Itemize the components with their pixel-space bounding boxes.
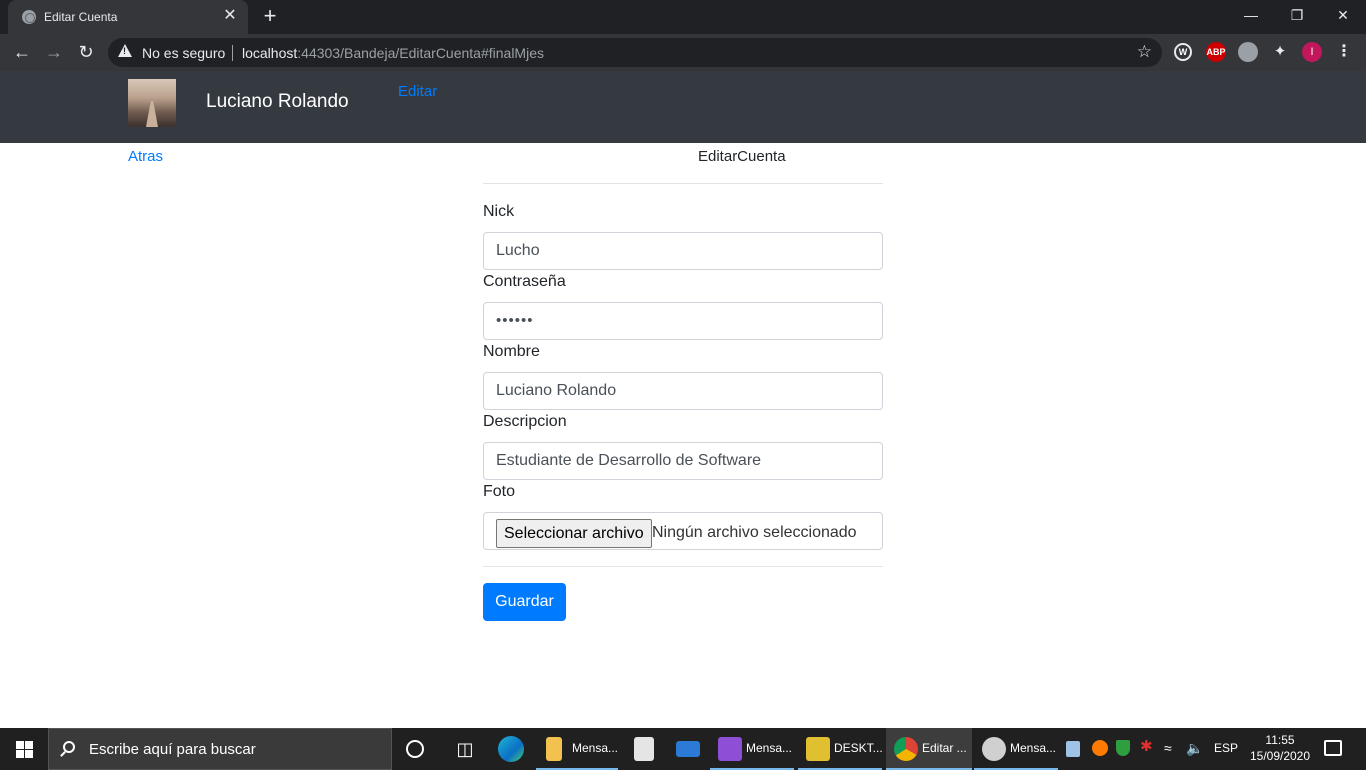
address-separator xyxy=(232,45,233,61)
taskbar-app-store[interactable] xyxy=(624,728,664,770)
tab-close-icon[interactable]: ✕ xyxy=(220,6,240,26)
cortana-icon[interactable] xyxy=(406,740,424,758)
language-indicator[interactable]: ESP xyxy=(1214,741,1238,757)
back-link[interactable]: Atras xyxy=(128,148,163,165)
site-navbar: Luciano Rolando Editar xyxy=(0,71,1366,143)
browser-tab-bar: Editar Cuenta ✕ + — ❐ ✕ xyxy=(0,0,1366,34)
clock-date: 15/09/2020 xyxy=(1249,749,1311,763)
tab-title: Editar Cuenta xyxy=(44,10,118,24)
puzzle-extensions-icon[interactable]: ✦ xyxy=(1270,42,1290,62)
photo-file-input: Seleccionar archivo Ningún archivo selec… xyxy=(483,512,883,550)
task-view-icon[interactable]: ◫ xyxy=(452,736,478,762)
store-icon xyxy=(634,737,654,761)
page-title: EditarCuenta xyxy=(698,148,786,165)
windows-taskbar: Escribe aquí para buscar ◫ Mensa... Mens… xyxy=(0,728,1366,770)
file-status: Ningún archivo seleccionado xyxy=(652,524,857,541)
password-label: Contraseña xyxy=(483,273,566,290)
network-error-icon[interactable]: ✱ xyxy=(1140,739,1154,754)
taskbar-app-mail[interactable] xyxy=(668,728,708,770)
edit-link[interactable]: Editar xyxy=(398,83,437,100)
address-bar[interactable]: No es seguro localhost:44303/Bandeja/Edi… xyxy=(108,38,1162,67)
browser-toolbar: ← → ↻ No es seguro localhost:44303/Bande… xyxy=(0,34,1366,71)
paint-icon xyxy=(982,737,1006,761)
globe-icon xyxy=(22,10,36,24)
taskbar-app-label: DESKT... xyxy=(834,741,883,755)
url-path: :44303/Bandeja/EditarCuenta#finalMjes xyxy=(297,45,544,61)
w-extension-icon[interactable]: W xyxy=(1174,43,1192,61)
volume-icon[interactable]: 🔈 xyxy=(1186,740,1204,756)
save-button[interactable]: Guardar xyxy=(483,583,566,621)
browser-tab[interactable]: Editar Cuenta ✕ xyxy=(8,0,248,34)
taskbar-app-sql[interactable]: DESKT... xyxy=(798,728,883,770)
taskbar-app-label: Mensa... xyxy=(572,741,619,755)
navbar-user-name: Luciano Rolando xyxy=(206,91,349,112)
forward-arrow-icon[interactable]: → xyxy=(41,39,67,65)
visual-studio-icon xyxy=(718,737,742,761)
bookmark-star-icon[interactable]: ☆ xyxy=(1137,42,1152,62)
sql-icon xyxy=(806,737,830,761)
warning-icon[interactable] xyxy=(118,44,132,57)
window-close-icon[interactable]: ✕ xyxy=(1320,0,1366,30)
edge-icon[interactable] xyxy=(498,736,524,762)
url-text[interactable]: localhost:44303/Bandeja/EditarCuenta#fin… xyxy=(242,45,544,61)
avast-icon[interactable] xyxy=(1092,740,1108,756)
back-arrow-icon[interactable]: ← xyxy=(9,39,35,65)
divider-top xyxy=(483,183,883,184)
folder-icon xyxy=(546,737,562,761)
description-label: Descripcion xyxy=(483,413,567,430)
taskbar-search-box[interactable]: Escribe aquí para buscar xyxy=(48,728,392,770)
adblock-icon[interactable]: ABP xyxy=(1206,42,1226,62)
taskbar-app-chrome[interactable]: Editar ... xyxy=(886,728,972,770)
minimize-icon[interactable]: — xyxy=(1228,0,1274,30)
name-label: Nombre xyxy=(483,343,540,360)
taskbar-app-explorer[interactable]: Mensa... xyxy=(536,728,618,770)
taskbar-app-label: Mensa... xyxy=(1010,741,1057,755)
divider-bottom xyxy=(483,566,883,567)
wifi-icon[interactable]: ≈ xyxy=(1164,740,1180,756)
choose-file-button[interactable]: Seleccionar archivo xyxy=(496,519,652,548)
search-icon xyxy=(63,741,75,753)
gray-extension-icon[interactable] xyxy=(1238,42,1258,62)
menu-dots-icon[interactable]: ⋮ xyxy=(1334,42,1354,62)
tray-app-icon[interactable] xyxy=(1066,741,1080,757)
photo-label: Foto xyxy=(483,483,516,500)
taskbar-app-paint[interactable]: Mensa... xyxy=(974,728,1058,770)
search-placeholder: Escribe aquí para buscar xyxy=(89,741,256,758)
url-host: localhost xyxy=(242,45,298,61)
nick-input[interactable]: Lucho xyxy=(483,232,883,270)
chrome-icon xyxy=(894,737,918,761)
restore-icon[interactable]: ❐ xyxy=(1274,0,1320,30)
taskbar-app-visual-studio[interactable]: Mensa... xyxy=(710,728,794,770)
reload-icon[interactable]: ↻ xyxy=(73,39,99,65)
mail-icon xyxy=(676,741,700,757)
windows-start-icon[interactable] xyxy=(0,728,48,770)
profile-avatar[interactable]: I xyxy=(1302,42,1322,62)
profile-photo xyxy=(128,79,176,127)
notifications-icon[interactable] xyxy=(1324,740,1342,756)
new-tab-button[interactable]: + xyxy=(258,5,282,29)
security-label[interactable]: No es seguro xyxy=(142,45,225,61)
password-input[interactable]: •••••• xyxy=(483,302,883,340)
clock-time: 11:55 xyxy=(1265,733,1295,747)
description-input[interactable]: Estudiante de Desarrollo de Software xyxy=(483,442,883,480)
taskbar-app-label: Mensa... xyxy=(746,741,793,755)
nick-label: Nick xyxy=(483,203,515,220)
taskbar-clock[interactable]: 11:55 15/09/2020 xyxy=(1246,732,1314,764)
name-input[interactable]: Luciano Rolando xyxy=(483,372,883,410)
defender-icon[interactable] xyxy=(1116,740,1130,756)
taskbar-app-label: Editar ... xyxy=(922,741,967,755)
